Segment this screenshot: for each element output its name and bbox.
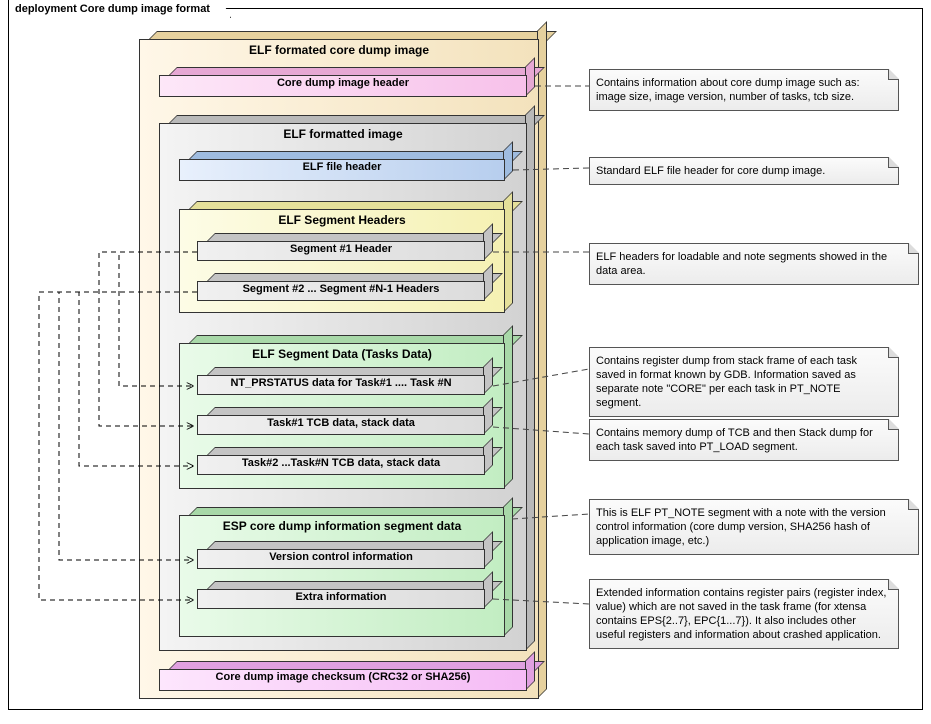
- nt-prstatus-box: NT_PRSTATUS data for Task#1 .... Task #N: [197, 375, 485, 395]
- checksum-label: Core dump image checksum (CRC32 or SHA25…: [159, 671, 527, 683]
- elf-image-title: ELF formatted image: [159, 127, 527, 141]
- note-elf-header-text: Standard ELF file header for core dump i…: [596, 165, 825, 177]
- note-extra: Extended information contains register p…: [589, 579, 899, 649]
- elf-segment-data-title: ELF Segment Data (Tasks Data): [179, 347, 505, 361]
- esp-core-dump-info: ESP core dump information segment data: [179, 515, 505, 637]
- deployment-frame: deployment Core dump image format ELF fo…: [8, 8, 923, 710]
- segment-n-header: Segment #2 ... Segment #N-1 Headers: [197, 281, 485, 301]
- version-control-box: Version control information: [197, 549, 485, 569]
- note-elf-header: Standard ELF file header for core dump i…: [589, 157, 899, 185]
- frame-title: deployment Core dump image format: [8, 0, 231, 18]
- note-esp-text: This is ELF PT_NOTE segment with a note …: [596, 507, 886, 547]
- note-seg-headers-text: ELF headers for loadable and note segmen…: [596, 251, 887, 277]
- core-dump-header-label: Core dump image header: [159, 77, 527, 89]
- taskN-tcb-label: Task#2 ...Task#N TCB data, stack data: [197, 457, 485, 469]
- core-dump-header-box: Core dump image header: [159, 75, 527, 97]
- esp-core-dump-info-title: ESP core dump information segment data: [179, 519, 505, 533]
- nt-prstatus-label: NT_PRSTATUS data for Task#1 .... Task #N: [197, 377, 485, 389]
- segment-1-header-label: Segment #1 Header: [197, 243, 485, 255]
- extra-info-box: Extra information: [197, 589, 485, 609]
- note-header-text: Contains information about core dump ima…: [596, 77, 860, 103]
- note-tcb: Contains memory dump of TCB and then Sta…: [589, 419, 899, 461]
- note-seg-data-text: Contains register dump from stack frame …: [596, 355, 857, 409]
- elf-segment-headers-title: ELF Segment Headers: [179, 213, 505, 227]
- note-header: Contains information about core dump ima…: [589, 69, 899, 111]
- elf-file-header-label: ELF file header: [179, 161, 505, 173]
- version-control-label: Version control information: [197, 551, 485, 563]
- outer-title: ELF formated core dump image: [139, 43, 539, 57]
- task1-tcb-box: Task#1 TCB data, stack data: [197, 415, 485, 435]
- note-extra-text: Extended information contains register p…: [596, 587, 886, 641]
- checksum-box: Core dump image checksum (CRC32 or SHA25…: [159, 669, 527, 691]
- note-esp: This is ELF PT_NOTE segment with a note …: [589, 499, 919, 555]
- taskN-tcb-box: Task#2 ...Task#N TCB data, stack data: [197, 455, 485, 475]
- note-tcb-text: Contains memory dump of TCB and then Sta…: [596, 427, 873, 453]
- segment-1-header: Segment #1 Header: [197, 241, 485, 261]
- note-seg-data: Contains register dump from stack frame …: [589, 347, 899, 417]
- elf-file-header: ELF file header: [179, 159, 505, 181]
- task1-tcb-label: Task#1 TCB data, stack data: [197, 417, 485, 429]
- extra-info-label: Extra information: [197, 591, 485, 603]
- note-seg-headers: ELF headers for loadable and note segmen…: [589, 243, 919, 285]
- segment-n-header-label: Segment #2 ... Segment #N-1 Headers: [197, 283, 485, 295]
